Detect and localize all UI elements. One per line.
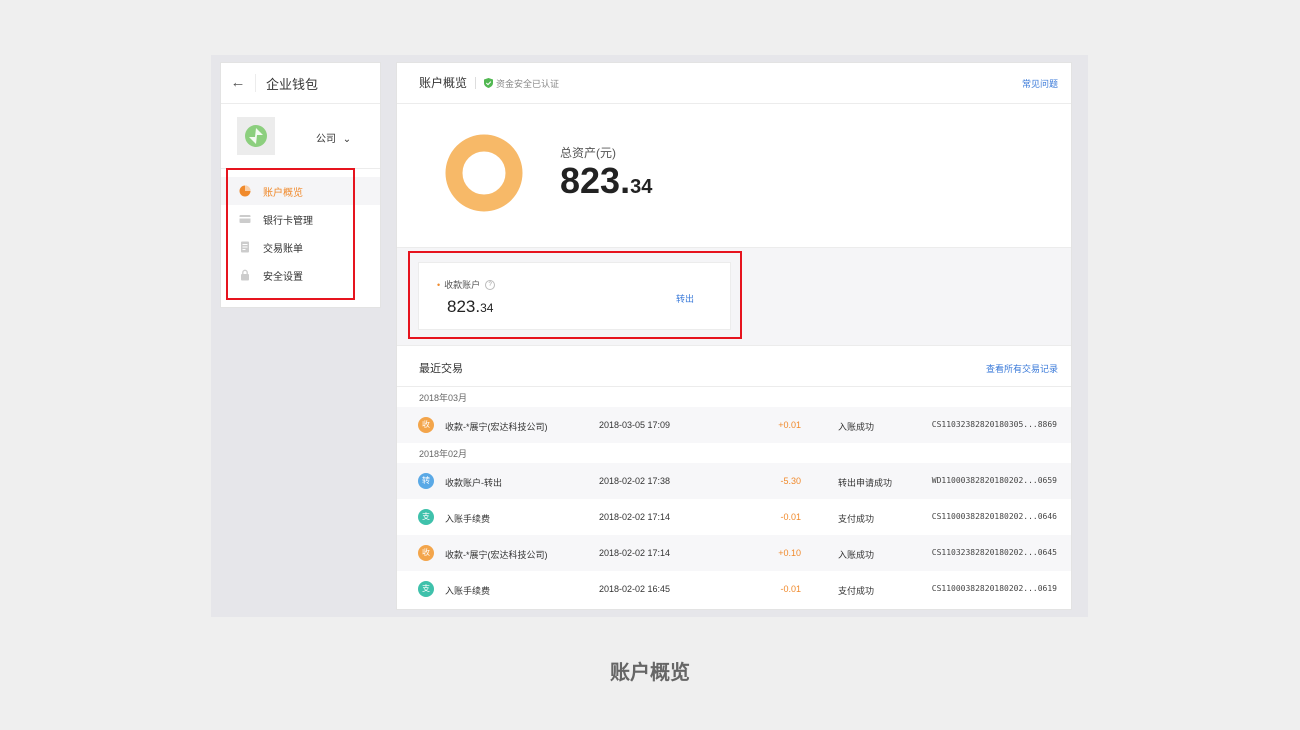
- arrow-left-icon[interactable]: ←: [221, 74, 256, 92]
- account-balance: 823.34: [447, 297, 493, 317]
- income-badge-icon: 收: [418, 417, 434, 433]
- transaction-amount: -5.30: [780, 476, 801, 486]
- sidebar-menu: 账户概览 银行卡管理 交易账单 安全设置: [221, 169, 380, 289]
- page-caption: 账户概览: [610, 662, 690, 684]
- account-balance-int: 823.: [447, 297, 481, 316]
- account-area: • 收款账户 ? 823.34 转出: [397, 248, 1071, 346]
- sidebar-item-label: 交易账单: [263, 243, 303, 255]
- payment-badge-icon: 支: [418, 581, 434, 597]
- bill-icon: [241, 241, 249, 253]
- transaction-amount: +0.10: [778, 548, 801, 558]
- transaction-name: 入账手续费: [445, 586, 491, 596]
- account-label-text: 收款账户: [444, 280, 481, 290]
- transaction-name: 收款-*展宁(宏达科技公司): [445, 550, 548, 560]
- sidebar-item-bank-cards[interactable]: 银行卡管理: [221, 205, 380, 233]
- transaction-time: 2018-02-02 17:38: [599, 476, 671, 486]
- lock-icon: [241, 269, 249, 281]
- view-all-transactions-link[interactable]: 查看所有交易记录: [986, 362, 1058, 375]
- transaction-status: 入账成功: [838, 550, 875, 560]
- transaction-time: 2018-02-02 17:14: [599, 512, 671, 522]
- transaction-name: 收款-*展宁(宏达科技公司): [445, 422, 548, 432]
- page-title: 账户概览: [419, 77, 477, 89]
- shield-check-icon: [484, 78, 494, 88]
- card-icon: [239, 215, 251, 223]
- security-verified: 资金安全已认证: [484, 77, 559, 90]
- pie-chart-icon: [239, 185, 251, 197]
- transaction-status: 入账成功: [838, 422, 875, 432]
- sidebar-item-overview[interactable]: 账户概览: [221, 177, 380, 205]
- sidebar-header: ← 企业钱包: [221, 63, 380, 104]
- help-circle-icon[interactable]: ?: [485, 279, 496, 290]
- sidebar: ← 企业钱包 公司 ⌄ 账户概览 银行卡管理 交易账单 安全设置: [220, 62, 381, 308]
- transaction-id: WD11000382820180202...0659: [931, 476, 1057, 485]
- table-row[interactable]: 支 入账手续费 2018-02-02 16:45 -0.01 支付成功 CS11…: [397, 571, 1071, 607]
- company-name: 公司: [316, 134, 336, 145]
- total-assets-int: 823.: [560, 160, 631, 201]
- total-assets-value: 823.34: [560, 160, 652, 202]
- main-panel: 账户概览 资金安全已认证 常见问题 总资产(元) 823.34 • 收款账户 ?: [396, 62, 1072, 610]
- transaction-id: CS11000382820180202...0646: [931, 512, 1057, 521]
- transaction-amount: -0.01: [780, 584, 801, 594]
- table-row[interactable]: 支 入账手续费 2018-02-02 17:14 -0.01 支付成功 CS11…: [397, 499, 1071, 535]
- dot-icon: •: [437, 279, 441, 290]
- table-row[interactable]: 收 收款-*展宁(宏达科技公司) 2018-02-02 17:14 +0.10 …: [397, 535, 1071, 571]
- chevron-down-icon: ⌄: [342, 134, 352, 145]
- transaction-time: 2018-03-05 17:09: [599, 420, 671, 430]
- transaction-status: 支付成功: [838, 514, 875, 524]
- main-header: 账户概览 资金安全已认证 常见问题: [397, 63, 1071, 104]
- payment-badge-icon: 支: [418, 509, 434, 525]
- help-link[interactable]: 常见问题: [1022, 77, 1058, 90]
- table-row[interactable]: 转 收款账户-转出 2018-02-02 17:38 -5.30 转出申请成功 …: [397, 463, 1071, 499]
- total-assets-dec: 34: [630, 176, 653, 198]
- account-label: • 收款账户 ?: [437, 278, 496, 291]
- transaction-id: CS11032382820180202...0645: [931, 548, 1057, 557]
- company-selector[interactable]: 公司 ⌄: [316, 130, 351, 145]
- wallet-title: 企业钱包: [266, 76, 319, 92]
- company-logo-icon: [245, 125, 267, 147]
- month-group-label: 2018年03月: [419, 393, 468, 403]
- sidebar-item-label: 账户概览: [263, 187, 303, 199]
- transaction-time: 2018-02-02 17:14: [599, 548, 671, 558]
- sidebar-item-security[interactable]: 安全设置: [221, 261, 380, 289]
- transfer-out-button[interactable]: 转出: [676, 292, 694, 305]
- transaction-status: 支付成功: [838, 586, 875, 596]
- total-assets-label: 总资产(元): [560, 146, 616, 160]
- account-balance-dec: 34: [480, 301, 494, 315]
- month-group-label: 2018年02月: [419, 449, 468, 459]
- transaction-time: 2018-02-02 16:45: [599, 584, 671, 594]
- asset-donut-chart: [445, 134, 523, 212]
- transaction-status: 转出申请成功: [838, 478, 893, 488]
- recent-transactions-header: 最近交易 查看所有交易记录: [397, 346, 1071, 387]
- sidebar-item-label: 银行卡管理: [263, 215, 313, 227]
- receiving-account-card: • 收款账户 ? 823.34 转出: [418, 262, 731, 330]
- transaction-id: CS11032382820180305...8869: [931, 420, 1057, 429]
- recent-transactions-title: 最近交易: [419, 363, 463, 375]
- security-text: 资金安全已认证: [496, 78, 560, 89]
- transfer-badge-icon: 转: [418, 473, 434, 489]
- transaction-name: 收款账户-转出: [445, 478, 502, 488]
- company-logo: [237, 117, 275, 155]
- transactions-list: 2018年03月 收 收款-*展宁(宏达科技公司) 2018-03-05 17:…: [397, 387, 1071, 607]
- company-section: 公司 ⌄: [221, 104, 380, 169]
- transaction-amount: +0.01: [778, 420, 801, 430]
- sidebar-item-label: 安全设置: [263, 271, 303, 283]
- transaction-id: CS11000382820180202...0619: [931, 584, 1057, 593]
- sidebar-item-bills[interactable]: 交易账单: [221, 233, 380, 261]
- table-row[interactable]: 收 收款-*展宁(宏达科技公司) 2018-03-05 17:09 +0.01 …: [397, 407, 1071, 443]
- transaction-name: 入账手续费: [445, 514, 491, 524]
- income-badge-icon: 收: [418, 545, 434, 561]
- transaction-amount: -0.01: [780, 512, 801, 522]
- asset-summary: 总资产(元) 823.34: [397, 104, 1071, 248]
